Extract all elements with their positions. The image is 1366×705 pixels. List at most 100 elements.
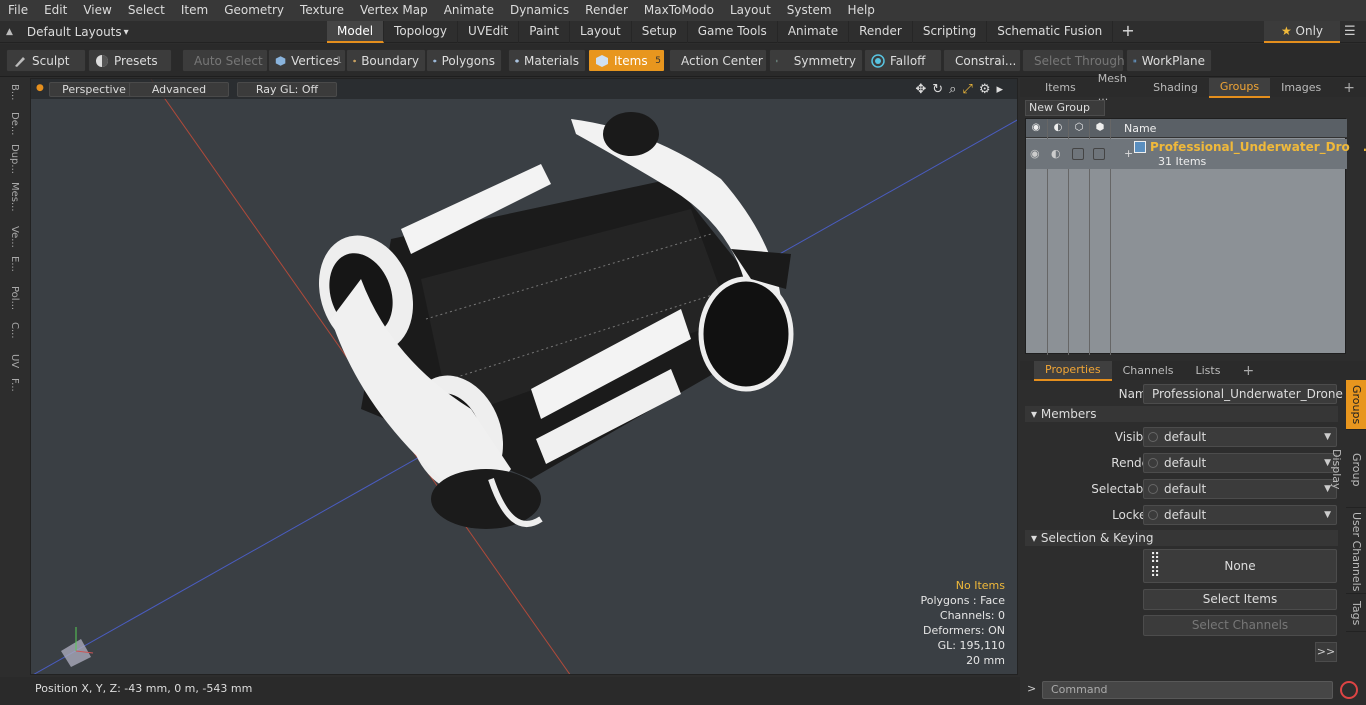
name-field[interactable]: Professional_Underwater_Drone (3) — [1143, 384, 1343, 419]
zoom-icon[interactable]: ⌕ — [949, 82, 956, 97]
left-strip-tab-6[interactable]: Pol... — [4, 286, 20, 310]
props-tab-properties[interactable]: Properties — [1034, 360, 1112, 381]
menu-item-view[interactable]: View — [75, 0, 119, 21]
advanced-button[interactable]: Advanced — [129, 82, 229, 97]
left-strip-tab-7[interactable]: C... — [4, 322, 20, 339]
3d-viewport[interactable]: ● Perspective Advanced Ray GL: Off ✥ ↻ ⌕… — [30, 78, 1018, 675]
panel-tab-items[interactable]: Items — [1034, 79, 1087, 97]
menu-item-geometry[interactable]: Geometry — [216, 0, 292, 21]
props-tab-lists[interactable]: Lists — [1185, 362, 1232, 380]
lock-checkbox[interactable] — [1072, 148, 1084, 160]
group-row[interactable]: ◉ ◐ + Professional_Underwater_Dron ... 3… — [1026, 139, 1366, 169]
select-channels-button[interactable]: Select Channels — [1143, 615, 1337, 636]
left-strip-tab-2[interactable]: Dup... — [4, 144, 20, 174]
locked-dropdown[interactable]: default ▼ — [1143, 505, 1337, 525]
groups-scrollbar[interactable] — [1350, 118, 1364, 354]
left-strip-tab-9[interactable]: F... — [4, 378, 20, 392]
select-items-button[interactable]: Select Items — [1143, 589, 1337, 610]
boundary-button[interactable]: Boundary — [346, 49, 426, 72]
menu-item-layout[interactable]: Layout — [722, 0, 779, 21]
render-dropdown[interactable]: default ▼ — [1143, 453, 1337, 473]
presets-button[interactable]: Presets — [88, 49, 172, 72]
add-panel-tab-plus-icon[interactable]: + — [1332, 79, 1366, 97]
items-button[interactable]: Items 5 — [588, 49, 665, 72]
left-strip-tab-8[interactable]: UV — [4, 354, 20, 368]
underwater-drone-model[interactable] — [303, 112, 794, 529]
name-column-header[interactable]: Name — [1124, 122, 1156, 135]
lock-icon[interactable]: ⬡ — [1072, 122, 1086, 135]
record-icon[interactable] — [1340, 681, 1358, 699]
tab-game-tools[interactable]: Game Tools — [688, 21, 778, 43]
tab-setup[interactable]: Setup — [632, 21, 688, 43]
left-strip-tab-4[interactable]: Ve... — [4, 226, 20, 248]
vertices-button[interactable]: Vertices 1 — [268, 49, 346, 72]
menu-item-animate[interactable]: Animate — [436, 0, 502, 21]
render-toggle-icon[interactable]: ◐ — [1051, 147, 1063, 160]
sculpt-button[interactable]: Sculpt — [6, 49, 86, 72]
panel-tab-groups[interactable]: Groups — [1208, 77, 1271, 98]
tab-scripting[interactable]: Scripting — [913, 21, 988, 43]
selectable-dropdown[interactable]: default ▼ — [1143, 479, 1337, 499]
tab-tags[interactable]: Tags — [1346, 596, 1366, 632]
scene-render[interactable] — [31, 79, 1018, 675]
command-input[interactable]: Command — [1042, 681, 1333, 699]
eye-toggle-icon[interactable]: ◉ — [1030, 147, 1042, 160]
add-tab-plus-icon[interactable]: + — [1113, 21, 1142, 43]
polygons-button[interactable]: Polygons — [426, 49, 502, 72]
tab-groups[interactable]: Groups — [1346, 380, 1366, 430]
render-icon[interactable]: ◐ — [1051, 122, 1065, 135]
perspective-button[interactable]: Perspective — [49, 82, 139, 97]
members-section-header[interactable]: ▾ Members — [1025, 406, 1338, 422]
none-button[interactable]: ⠿ ⠿ None — [1143, 549, 1337, 583]
tab-group-display[interactable]: Group Display — [1330, 432, 1366, 508]
falloff-button[interactable]: Falloff — [864, 49, 942, 72]
groups-list[interactable]: ◉ ◐ ⬡ ⬢ Name ◉ ◐ + Professional_Underwat… — [1025, 118, 1366, 355]
left-strip-tab-0[interactable]: B... — [4, 84, 20, 100]
auto-select-button[interactable]: Auto Select — [182, 49, 268, 72]
panel-tab-images[interactable]: Images — [1270, 79, 1332, 97]
collapse-up-icon[interactable]: ▲ — [6, 27, 13, 37]
tab-animate[interactable]: Animate — [778, 21, 850, 43]
materials-button[interactable]: Materials — [508, 49, 586, 72]
visible-dropdown[interactable]: default ▼ — [1143, 427, 1337, 447]
move-icon[interactable]: ✥ — [915, 82, 926, 97]
select-icon[interactable]: ⬢ — [1093, 122, 1107, 135]
tab-uvedit[interactable]: UVEdit — [458, 21, 520, 43]
menu-item-texture[interactable]: Texture — [292, 0, 352, 21]
layouts-dropdown[interactable]: ▲ Default Layouts ▾ — [6, 23, 129, 41]
menu-item-item[interactable]: Item — [173, 0, 216, 21]
play-arrow-icon[interactable]: ▸ — [996, 82, 1003, 97]
action-center-button[interactable]: Action Center — [669, 49, 767, 72]
selection-keying-header[interactable]: ▾ Selection & Keying — [1025, 530, 1338, 546]
panel-tab-shading[interactable]: Shading — [1142, 79, 1209, 97]
tab-paint[interactable]: Paint — [519, 21, 570, 43]
hamburger-icon[interactable]: ☰ — [1344, 24, 1356, 39]
tab-user-channels[interactable]: User Channels — [1346, 510, 1366, 594]
expand-plus-icon[interactable]: + — [1124, 147, 1133, 160]
tab-layout[interactable]: Layout — [570, 21, 632, 43]
symmetry-button[interactable]: Symmetry — [769, 49, 863, 72]
tab-topology[interactable]: Topology — [384, 21, 459, 43]
menu-item-help[interactable]: Help — [840, 0, 883, 21]
menu-item-file[interactable]: File — [0, 0, 36, 21]
maximize-icon[interactable]: ⤢ — [962, 82, 972, 97]
more-button[interactable]: >> — [1315, 642, 1337, 662]
menu-item-dynamics[interactable]: Dynamics — [502, 0, 577, 21]
menu-item-vertex-map[interactable]: Vertex Map — [352, 0, 436, 21]
raygl-button[interactable]: Ray GL: Off — [237, 82, 337, 97]
viewport-dot-icon[interactable]: ● — [36, 83, 44, 93]
menu-item-select[interactable]: Select — [120, 0, 173, 21]
new-group-button[interactable]: New Group — [1025, 100, 1105, 116]
menu-item-system[interactable]: System — [779, 0, 840, 21]
menu-item-render[interactable]: Render — [577, 0, 636, 21]
left-strip-tab-3[interactable]: Mes... — [4, 182, 20, 212]
add-props-tab-plus-icon[interactable]: + — [1231, 362, 1265, 380]
left-strip-tab-5[interactable]: E... — [4, 256, 20, 272]
gear-icon[interactable]: ⚙ — [979, 82, 991, 97]
select-checkbox[interactable] — [1093, 148, 1105, 160]
constraints-button[interactable]: Constrai... — [943, 49, 1021, 72]
tab-schematic-fusion[interactable]: Schematic Fusion — [987, 21, 1114, 43]
eye-icon[interactable]: ◉ — [1029, 122, 1043, 135]
left-strip-tab-1[interactable]: De... — [4, 112, 20, 135]
props-tab-channels[interactable]: Channels — [1112, 362, 1185, 380]
